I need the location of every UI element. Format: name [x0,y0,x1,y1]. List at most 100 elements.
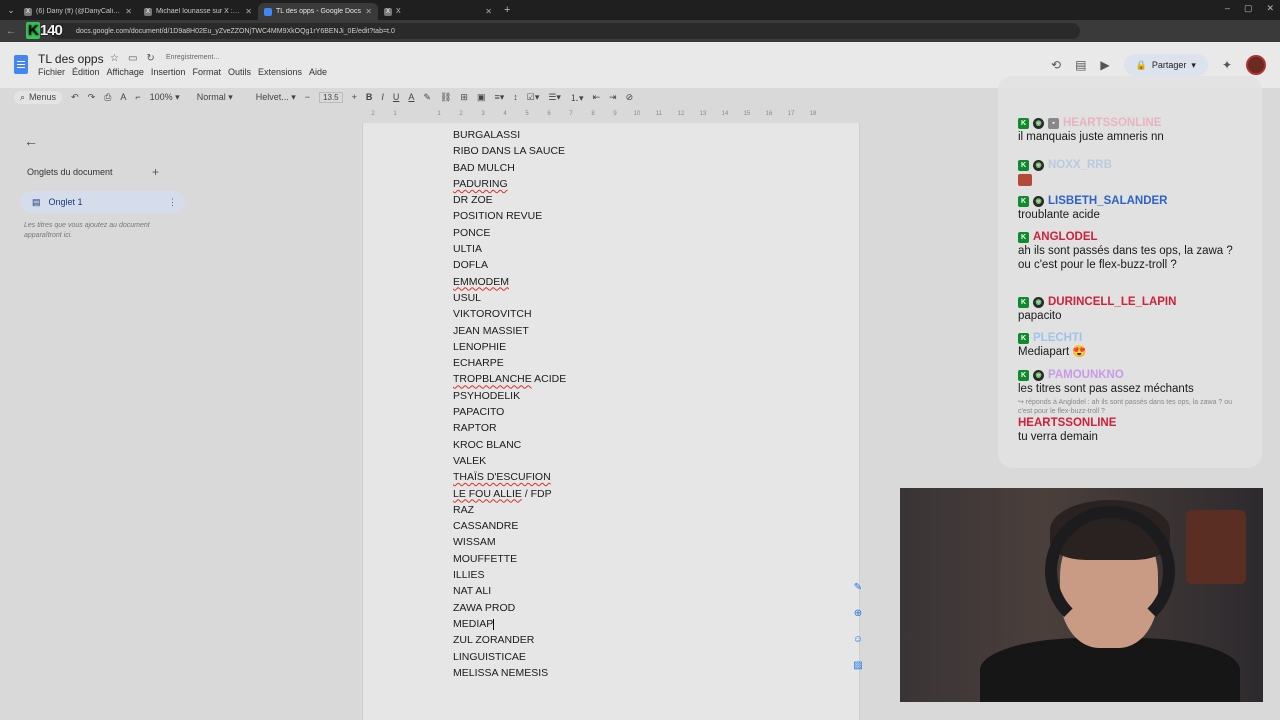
menus-search[interactable]: ⌕ Menus [14,90,63,104]
document-line[interactable]: USUL [453,290,566,306]
menu-item[interactable]: Format [192,67,221,77]
document-line[interactable]: EMMODEM [453,274,566,290]
back-arrow-icon[interactable]: ← [24,133,38,149]
browser-tab[interactable]: X (6) Dany (ff) (@DanyCaligula) ✕ [18,3,138,20]
share-button[interactable]: 🔒 Partager ▾ [1123,54,1208,76]
document-line[interactable]: RIBO DANS LA SAUCE [453,143,566,159]
emoji-icon[interactable]: ☺ [848,630,868,648]
star-icon[interactable]: ☆ [110,53,119,64]
document-line[interactable]: POSITION REVUE [453,208,566,224]
chat-username[interactable]: PLECHTI [1033,332,1082,344]
history-icon[interactable]: ⟲ [1051,58,1061,72]
document-line[interactable]: VALEK [453,453,566,469]
browser-tab[interactable]: X X ✕ [378,3,498,20]
avatar[interactable] [1246,55,1266,75]
document-line[interactable]: BURGALASSI [453,127,566,143]
chat-username[interactable]: HEARTSSONLINE [1018,417,1116,429]
align-icon[interactable]: ≡▾ [494,92,504,103]
meet-icon[interactable]: ▶ [1100,58,1109,72]
add-comment-icon[interactable]: ⊕ [848,604,868,622]
decrease-indent-icon[interactable]: ⇤ [592,92,600,103]
document-line[interactable]: JEAN MASSIET [453,323,566,339]
gemini-icon[interactable]: ✦ [1222,58,1232,72]
link-icon[interactable]: ⛓ [440,92,451,103]
redo-icon[interactable]: ↷ [88,92,96,103]
edit-ai-icon[interactable]: ✎ [848,578,868,596]
highlight-icon[interactable]: ✎ [423,92,431,103]
menu-item[interactable]: Aide [309,67,327,77]
bold-icon[interactable]: B [366,92,373,102]
undo-icon[interactable]: ↶ [71,92,79,103]
menu-item[interactable]: Édition [72,67,100,77]
chat-username[interactable]: NOXX_RRB [1048,159,1112,171]
sync-icon[interactable]: ↻ [146,53,154,64]
underline-icon[interactable]: U [393,92,400,102]
chat-username[interactable]: DURINCELL_LE_LAPIN [1048,296,1176,308]
zoom-select[interactable]: 100% ▾ [150,92,180,103]
document-line[interactable]: ULTIA [453,241,566,257]
suggest-edit-icon[interactable]: ▨ [848,656,868,674]
minimize-icon[interactable]: – [1225,3,1230,14]
document-line[interactable]: PAPACITO [453,404,566,420]
chat-username[interactable]: HEARTSSONLINE [1063,117,1161,129]
document-line[interactable]: PSYHODELIK [453,388,566,404]
document-line[interactable]: RAPTOR [453,420,566,436]
spellcheck-icon[interactable]: A [120,92,126,102]
menu-item[interactable]: Fichier [38,67,65,77]
close-tab-icon[interactable]: ✕ [365,7,372,16]
close-tab-icon[interactable]: ✕ [245,7,252,16]
document-page[interactable]: BURGALASSI RIBO DANS LA SAUCE BAD MULCH PAD… [362,123,860,720]
paint-format-icon[interactable]: ⌐ [135,92,140,102]
more-options-icon[interactable]: ⋮ [168,197,177,208]
browser-tab[interactable]: X Michael Iounasse sur X : "Le s... ✕ [138,3,258,20]
misspelled-text[interactable]: LE FOU ALLIE [453,488,522,500]
increase-font-icon[interactable]: + [352,92,357,102]
maximize-icon[interactable]: ▢ [1244,3,1253,14]
document-line[interactable]: RAZ [453,502,566,518]
chat-username[interactable]: PAMOUNKNO [1048,369,1124,381]
document-tab-item[interactable]: ▤ Onglet 1 ⋮ [20,191,185,213]
image-icon[interactable]: ▣ [477,92,486,103]
italic-icon[interactable]: I [381,92,384,102]
clear-format-icon[interactable]: ⊘ [626,92,634,103]
docs-logo-icon[interactable] [14,55,28,74]
back-icon[interactable]: ← [6,26,18,37]
menu-item[interactable]: Insertion [151,67,186,77]
menu-item[interactable]: Outils [228,67,251,77]
close-tab-icon[interactable]: ✕ [125,7,132,16]
document-line[interactable]: MEDIAP [453,616,566,632]
document-line[interactable]: BAD MULCH [453,160,566,176]
document-line[interactable]: PONCE [453,225,566,241]
bullet-list-icon[interactable]: ☰▾ [548,92,561,103]
document-line[interactable]: ECHARPE [453,355,566,371]
folder-icon[interactable]: ▭ [128,53,137,64]
document-line[interactable]: VIKTOROVITCH [453,306,566,322]
text-color-icon[interactable]: A [408,92,414,102]
document-line[interactable]: LENOPHIE [453,339,566,355]
document-line[interactable]: DR ZOE [453,192,566,208]
document-line[interactable]: LINGUISTICAE [453,649,566,665]
line-spacing-icon[interactable]: ↕ [513,92,518,102]
font-size-field[interactable]: 13.5 [319,91,343,103]
numbered-list-icon[interactable]: ⒈▾ [570,91,584,104]
browser-tab-active[interactable]: TL des opps - Google Docs ✕ [258,3,378,20]
misspelled-text[interactable]: TROPBLANCHE [453,373,532,385]
chat-username[interactable]: ANGLODEL [1033,231,1098,243]
tab-search-icon[interactable]: ⌄ [4,3,18,17]
document-line[interactable]: LE FOU ALLIE / FDP [453,486,566,502]
document-line[interactable]: DOFLA [453,257,566,273]
document-line[interactable]: ZAWA PROD [453,600,566,616]
document-body[interactable]: BURGALASSI RIBO DANS LA SAUCE BAD MULCH PAD… [453,127,566,681]
document-title[interactable]: TL des opps [38,52,104,66]
style-select[interactable]: Normal ▾ [197,92,233,103]
document-line[interactable]: WISSAM [453,534,566,550]
document-line[interactable]: NAT ALI [453,583,566,599]
menu-item[interactable]: Extensions [258,67,302,77]
close-tab-icon[interactable]: ✕ [485,7,492,16]
document-line[interactable]: ILLIES [453,567,566,583]
document-line[interactable]: KROC BLANC [453,437,566,453]
document-line[interactable]: CASSANDRE [453,518,566,534]
document-line[interactable]: TROPBLANCHE ACIDE [453,371,566,387]
document-line[interactable]: ZUL ZORANDER [453,632,566,648]
document-line[interactable]: MOUFFETTE [453,551,566,567]
